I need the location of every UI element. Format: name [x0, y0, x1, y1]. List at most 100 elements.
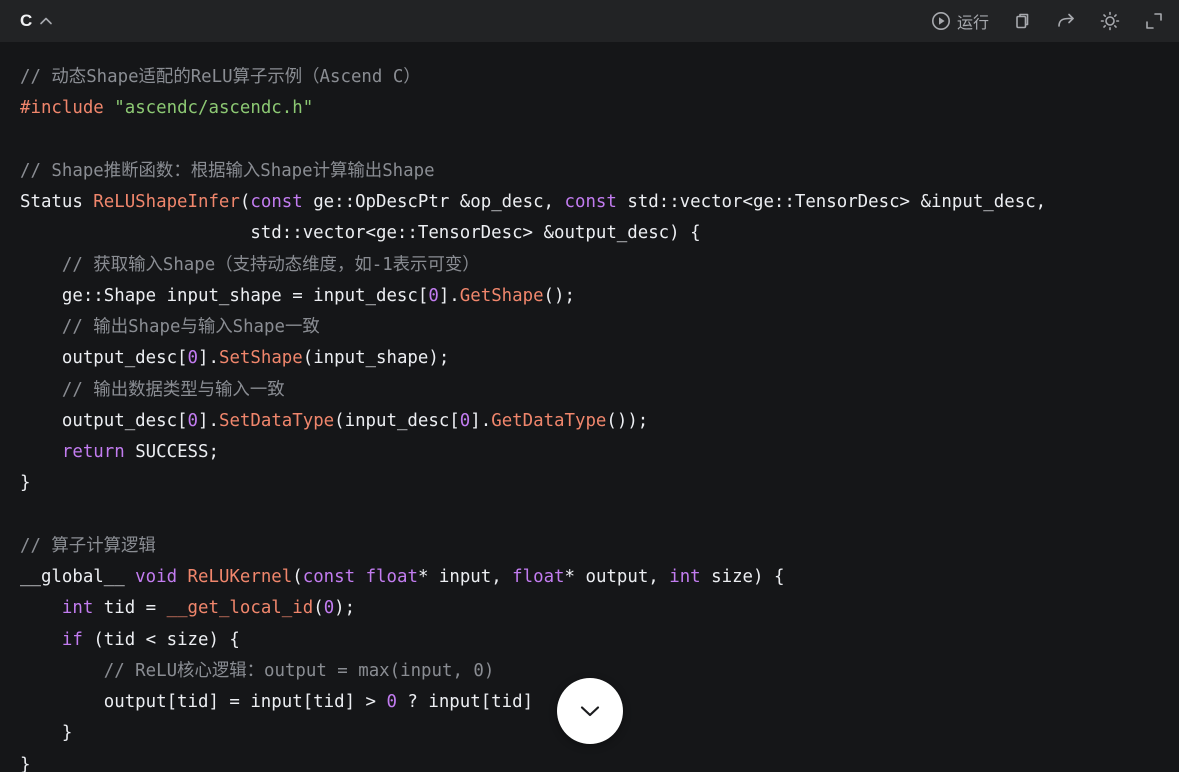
code-token: (); — [543, 285, 575, 306]
code-token: void — [135, 567, 178, 587]
code-token: float — [365, 567, 418, 587]
code-token: // 获取输入Shape（支持动态维度，如-1表示可变） — [61, 254, 480, 275]
code-line: // Shape推断函数：根据输入Shape计算输出Shape — [20, 156, 1046, 187]
code-token: ]. — [198, 348, 219, 369]
copy-icon — [1016, 13, 1029, 29]
code-token: ); — [334, 598, 356, 619]
code-line: // 输出Shape与输入Shape一致 — [20, 312, 1046, 343]
share-icon — [1058, 13, 1074, 27]
theme-toggle-button[interactable] — [1099, 10, 1121, 32]
code-token: (input_shape); — [302, 348, 450, 369]
code-token: * input, — [417, 567, 513, 587]
code-token: GetShape — [459, 285, 544, 306]
code-token: ge::Shape input_shape = input_desc[ — [20, 285, 429, 306]
code-toolbar: 运行 — [930, 8, 1165, 34]
code-token: tid = — [93, 598, 167, 619]
code-token: ReLUShapeInfer — [93, 192, 240, 212]
code-token: if — [61, 629, 83, 650]
theme-sun-icon — [1100, 11, 1120, 31]
code-block: C 运行 // 动态Shape适配的ReLU算子示例（Ascend C） #in… — [0, 0, 1179, 772]
code-token: } — [20, 754, 31, 772]
code-token: ()); — [606, 410, 649, 431]
code-token: output_desc[ — [20, 410, 188, 431]
code-token: std::vector<ge::TensorDesc> &input_desc, — [616, 192, 1047, 212]
code-line: output[tid] = input[tid] > 0 ? input[tid… — [20, 687, 1046, 718]
code-token: GetDataType — [491, 410, 607, 431]
code-token: ReLUKernel — [187, 567, 293, 587]
code-token: (tid < size) { — [82, 629, 240, 650]
code-token: ]. — [470, 410, 492, 431]
code-token: output_desc[ — [20, 348, 188, 369]
code-line: __global__ void ReLUKernel(const float* … — [20, 562, 1046, 593]
code-token: output[tid] = input[tid] > — [20, 692, 387, 712]
code-token: * output, — [564, 567, 670, 587]
code-line: // 算子计算逻辑 — [20, 531, 1046, 562]
code-token: // 输出Shape与输入Shape一致 — [61, 317, 320, 337]
code-line: if (tid < size) { — [20, 625, 1046, 656]
play-circle-icon — [931, 12, 950, 30]
code-token: return — [61, 442, 125, 462]
scroll-to-bottom-button[interactable] — [557, 678, 623, 744]
code-token: // 算子计算逻辑 — [20, 535, 156, 556]
code-token: 0 — [187, 410, 199, 431]
code-token: const — [302, 567, 356, 587]
code-line: } — [20, 468, 1046, 499]
code-token: // 输出数据类型与输入一致 — [61, 379, 285, 400]
code-token: SUCCESS; — [124, 442, 219, 462]
code-line: output_desc[0].SetDataType(input_desc[0]… — [20, 406, 1046, 437]
code-token: ]. — [198, 410, 219, 431]
code-line: // 输出数据类型与输入一致 — [20, 375, 1046, 406]
code-line: std::vector<ge::TensorDesc> &output_desc… — [20, 218, 1046, 249]
run-button[interactable]: 运行 — [930, 9, 989, 33]
code-line: return SUCCESS; — [20, 437, 1046, 468]
run-label: 运行 — [956, 13, 989, 32]
copy-button[interactable] — [1011, 10, 1033, 32]
code-line: // ReLU核心逻辑：output = max(input, 0) — [20, 656, 1046, 687]
code-token: const — [250, 192, 303, 212]
code-token: 0 — [386, 692, 397, 712]
code-line: #include "ascendc/ascendc.h" — [20, 93, 1046, 124]
code-token: std::vector<ge::TensorDesc> &output_desc… — [20, 223, 701, 244]
code-token: __get_local_id — [166, 598, 314, 619]
code-token: ge::OpDescPtr &op_desc, — [302, 192, 565, 212]
code-token: ( — [239, 192, 251, 212]
code-token: "ascendc/ascendc.h" — [114, 98, 314, 119]
code-token: size) { — [700, 567, 785, 587]
code-token: (input_desc[ — [334, 410, 460, 431]
code-token: // ReLU核心逻辑：output = max(input, 0) — [103, 660, 495, 681]
code-token: SetDataType — [218, 410, 335, 431]
language-label: C — [20, 11, 33, 30]
code-token: } — [20, 723, 73, 744]
code-token: ( — [313, 598, 324, 619]
share-button[interactable] — [1055, 10, 1077, 32]
code-token: int — [61, 598, 94, 619]
code-line: // 获取输入Shape（支持动态维度，如-1表示可变） — [20, 250, 1046, 281]
code-content[interactable]: // 动态Shape适配的ReLU算子示例（Ascend C） #include … — [20, 62, 1046, 772]
code-token: Status — [20, 192, 94, 212]
code-line: Status ReLUShapeInfer(const ge::OpDescPt… — [20, 187, 1046, 218]
code-token: 0 — [323, 598, 335, 619]
code-token: ( — [292, 567, 303, 587]
code-line: ge::Shape input_shape = input_desc[0].Ge… — [20, 281, 1046, 312]
code-token: ]. — [438, 285, 460, 306]
code-token: 0 — [459, 410, 471, 431]
code-line: output_desc[0].SetShape(input_shape); — [20, 343, 1046, 374]
code-token: } — [20, 473, 31, 494]
chevron-down-icon — [580, 706, 600, 717]
language-toggle[interactable]: C — [20, 9, 54, 33]
code-token: 0 — [187, 348, 199, 369]
fullscreen-button[interactable] — [1143, 10, 1165, 32]
code-token: float — [512, 567, 565, 587]
code-token: int — [669, 567, 701, 587]
code-token: SetShape — [218, 348, 303, 369]
